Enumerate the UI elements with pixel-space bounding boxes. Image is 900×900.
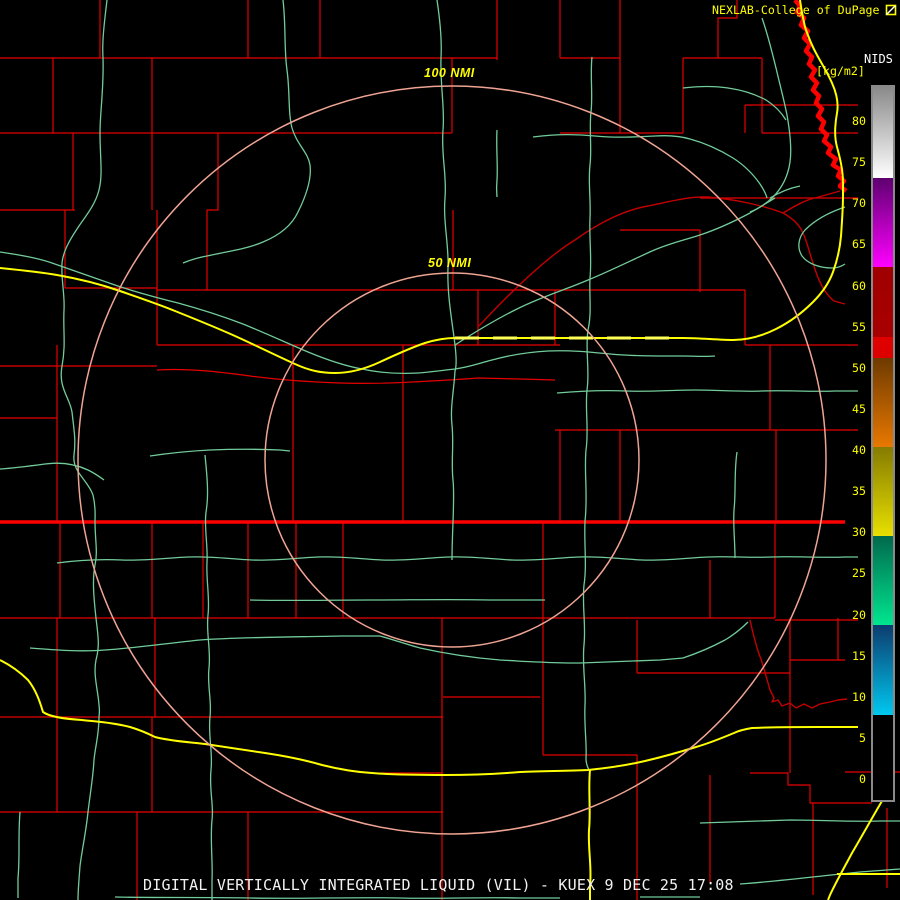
color-scale-tick-45: 45 (852, 401, 866, 416)
color-scale-tick-35: 35 (852, 484, 866, 499)
interstate-80 (0, 0, 844, 374)
state-border-layer (0, 0, 848, 524)
radar-display: NEXLAB-College of DuPage NIDS [kg/m2] 10… (0, 0, 900, 900)
header-title-row: NEXLAB-College of DuPage (712, 3, 897, 17)
color-scale-tick-60: 60 (852, 278, 866, 293)
color-scale-bar (871, 85, 895, 802)
color-scale-tick-30: 30 (852, 525, 866, 540)
range-ring-label-50nmi: 50 NMI (428, 256, 472, 270)
river-red-layer (478, 190, 848, 709)
color-scale-tick-10: 10 (852, 689, 866, 704)
units-label: [kg/m2] (816, 64, 865, 78)
product-title: DIGITAL VERTICALLY INTEGRATED LIQUID (VI… (143, 876, 734, 894)
county-boundaries-layer (0, 0, 900, 900)
river-green-layer (0, 0, 900, 900)
color-scale-segments (873, 87, 893, 800)
color-scale-tick-75: 75 (852, 155, 866, 170)
color-scale-segment-purple-magenta (873, 177, 893, 267)
color-scale-tick-5: 5 (859, 730, 866, 745)
color-scale-tick-70: 70 (852, 196, 866, 211)
color-scale-segment-bright-red (873, 337, 893, 359)
color-scale-tick-80: 80 (852, 114, 866, 128)
data-system-label: NIDS (864, 52, 893, 66)
color-scale-tick-65: 65 (852, 237, 866, 252)
color-scale-tick-0: 0 (859, 772, 866, 786)
site-title: NEXLAB-College of DuPage (712, 3, 880, 17)
color-scale-tick-50: 50 (852, 360, 866, 375)
color-scale-tick-15: 15 (852, 648, 866, 663)
color-scale-segment-olive-yellow (873, 446, 893, 536)
color-scale-tick-25: 25 (852, 566, 866, 581)
color-scale-segment-teal-green (873, 535, 893, 626)
color-scale-segment-black (873, 715, 893, 800)
range-ring-label-100nmi: 100 NMI (424, 66, 475, 80)
cod-flag-icon (885, 4, 896, 15)
highway-layer (0, 0, 900, 900)
color-scale-segment-brown-orange (873, 358, 893, 447)
color-scale-segment-dark-red (873, 266, 893, 338)
color-scale-tick-40: 40 (852, 443, 866, 457)
color-scale-tick-20: 20 (852, 607, 866, 622)
color-scale-tick-55: 55 (852, 319, 866, 334)
color-scale-segment-gray (873, 87, 893, 178)
highway-se-diagonal (827, 800, 883, 900)
radar-map-canvas (0, 0, 900, 900)
color-scale-segment-navy-cyan (873, 625, 893, 715)
